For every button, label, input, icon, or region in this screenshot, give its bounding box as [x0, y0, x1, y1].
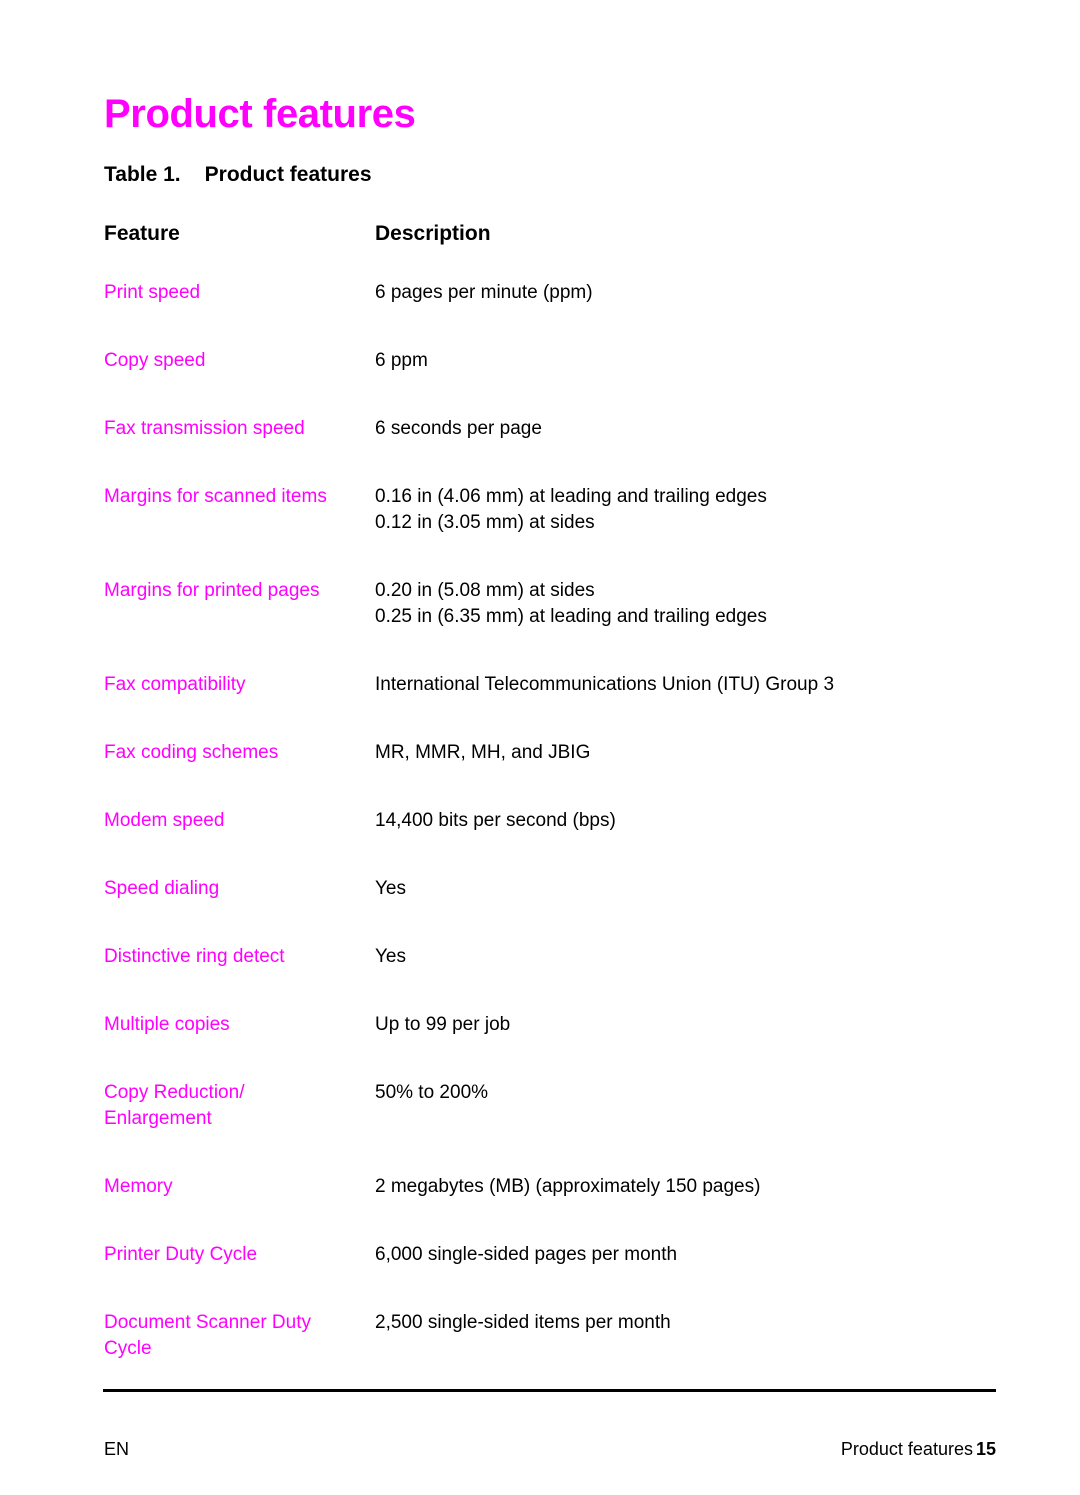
table-cell-feature-line: Multiple copies: [104, 1014, 230, 1035]
footer-language-code: EN: [104, 1439, 130, 1459]
table-row: Multiple copies Up to 99 per job: [104, 1012, 996, 1080]
table-cell-feature-line: Copy Reduction/: [104, 1082, 245, 1103]
table-cell-description: 14,400 bits per second (bps): [375, 808, 995, 834]
table-cell-description-line: 14,400 bits per second (bps): [375, 810, 616, 831]
table-cell-feature-line: Print speed: [104, 282, 201, 303]
table-row: Fax transmission speed 6 seconds per page: [104, 416, 996, 484]
table-caption-text: Product features: [204, 163, 372, 186]
table-cell-feature: Memory: [104, 1174, 366, 1200]
table-cell-description-line: 6 pages per minute (ppm): [375, 282, 593, 303]
table-row: Speed dialing Yes: [104, 876, 996, 944]
table-cell-feature: Distinctive ring detect: [104, 944, 366, 970]
table-row: Printer Duty Cycle 6,000 single-sided pag…: [104, 1242, 996, 1310]
table-cell-feature: Fax compatibility: [104, 672, 366, 698]
table-cell-feature-line: Printer Duty Cycle: [104, 1244, 258, 1265]
product-features-table: Feature Description Print speed 6 pages p…: [104, 222, 996, 1404]
table-cell-description-line: 2,500 single-sided items per month: [375, 1312, 671, 1333]
table-cell-description: 6 pages per minute (ppm): [375, 280, 995, 306]
table-cell-feature: Copy Reduction/Enlargement: [104, 1080, 366, 1132]
table-cell-description-line: 0.16 in (4.06 mm) at leading and trailin…: [375, 486, 767, 507]
table-row: Margins for printed pages 0.20 in (5.08 m…: [104, 578, 996, 672]
table-row: Memory 2 megabytes (MB) (approximately 15…: [104, 1174, 996, 1242]
table-row: Distinctive ring detect Yes: [104, 944, 996, 1012]
table-header-row: Feature Description: [104, 222, 996, 280]
table-cell-feature: Copy speed: [104, 348, 366, 374]
table-cell-description-line: International Telecommunications Union (…: [375, 674, 835, 695]
page-title: Product features: [104, 91, 416, 136]
table-cell-feature: Multiple copies: [104, 1012, 366, 1038]
table-cell-feature-line: Margins for printed pages: [104, 580, 320, 601]
table-cell-description: 6 ppm: [375, 348, 995, 374]
footer-running-title: Product features: [840, 1439, 973, 1459]
table-cell-feature-line: Modem speed: [104, 810, 225, 831]
table-cell-feature-line: Memory: [104, 1176, 173, 1197]
table-row: Margins for scanned items 0.16 in (4.06 m…: [104, 484, 996, 578]
table-cell-description-line: Up to 99 per job: [375, 1014, 511, 1035]
footer-running-header: Product features 15: [841, 1439, 996, 1460]
table-row: Fax compatibility International Telecommu…: [104, 672, 996, 740]
table-cell-description: 0.16 in (4.06 mm) at leading and trailin…: [375, 484, 995, 536]
footer-divider: [103, 1389, 996, 1392]
table-cell-description-line: 0.12 in (3.05 mm) at sides: [375, 512, 595, 533]
table-cell-description-line: 2 megabytes (MB) (approximately 150 page…: [375, 1176, 761, 1197]
table-cell-feature: Document Scanner Duty Cycle: [104, 1310, 366, 1362]
table-cell-feature-line: Copy speed: [104, 350, 206, 371]
table-caption: Table 1. Product features: [104, 163, 372, 187]
table-cell-feature: Margins for scanned items: [104, 484, 366, 510]
table-cell-description: MR, MMR, MH, and JBIG: [375, 740, 995, 766]
table-cell-description: Yes: [375, 944, 995, 970]
column-header-feature: Feature: [104, 222, 180, 245]
table-cell-description-line: 6 ppm: [375, 350, 428, 371]
table-cell-feature: Modem speed: [104, 808, 366, 834]
table-cell-description: 50% to 200%: [375, 1080, 995, 1106]
table-cell-feature: Speed dialing: [104, 876, 366, 902]
footer-page-number: 15: [975, 1439, 996, 1459]
table-row: Copy speed 6 ppm: [104, 348, 996, 416]
table-cell-description: Yes: [375, 876, 995, 902]
page-footer: EN Product features 15: [104, 1439, 996, 1465]
table-row: Print speed 6 pages per minute (ppm): [104, 280, 996, 348]
table-cell-description-line: Yes: [375, 878, 406, 899]
table-cell-description-line: 50% to 200%: [375, 1082, 489, 1103]
table-cell-feature-line: Fax transmission speed: [104, 418, 305, 439]
table-row: Copy Reduction/Enlargement 50% to 200%: [104, 1080, 996, 1174]
table-cell-feature-line: Cycle: [104, 1338, 152, 1359]
column-header-description: Description: [375, 222, 491, 245]
table-cell-feature-line: Distinctive ring detect: [104, 946, 285, 967]
table-body: Print speed 6 pages per minute (ppm) Copy …: [104, 280, 996, 1404]
table-cell-feature: Fax transmission speed: [104, 416, 366, 442]
table-cell-feature: Margins for printed pages: [104, 578, 366, 604]
table-row: Fax coding schemes MR, MMR, MH, and JBIG: [104, 740, 996, 808]
table-cell-feature: Fax coding schemes: [104, 740, 366, 766]
table-cell-feature-line: Margins for scanned items: [104, 486, 327, 507]
table-row: Modem speed 14,400 bits per second (bps): [104, 808, 996, 876]
table-cell-description: 2 megabytes (MB) (approximately 150 page…: [375, 1174, 995, 1200]
table-cell-feature-line: Fax compatibility: [104, 674, 246, 695]
document-page: Product features Table 1. Product feature…: [0, 0, 1080, 1495]
table-cell-description-line: 6,000 single-sided pages per month: [375, 1244, 678, 1265]
table-cell-description: 0.20 in (5.08 mm) at sides 0.25 in (6.35 …: [375, 578, 995, 630]
table-cell-description-line: Yes: [375, 946, 406, 967]
table-cell-description-line: 0.25 in (6.35 mm) at leading and trailin…: [375, 606, 767, 627]
table-cell-description: 6 seconds per page: [375, 416, 995, 442]
table-cell-description: 2,500 single-sided items per month: [375, 1310, 995, 1336]
table-cell-description: 6,000 single-sided pages per month: [375, 1242, 995, 1268]
table-cell-feature: Print speed: [104, 280, 366, 306]
table-cell-description: Up to 99 per job: [375, 1012, 995, 1038]
table-cell-description-line: MR, MMR, MH, and JBIG: [375, 742, 591, 763]
table-cell-feature-line: Fax coding schemes: [104, 742, 279, 763]
table-cell-feature: Printer Duty Cycle: [104, 1242, 366, 1268]
table-cell-feature-line: Speed dialing: [104, 878, 220, 899]
table-cell-feature-line: Enlargement: [104, 1108, 212, 1129]
table-cell-description-line: 0.20 in (5.08 mm) at sides: [375, 580, 595, 601]
table-cell-description: International Telecommunications Union (…: [375, 672, 995, 698]
table-caption-label: Table 1.: [104, 163, 181, 186]
table-cell-description-line: 6 seconds per page: [375, 418, 542, 439]
table-cell-feature-line: Document Scanner Duty: [104, 1312, 311, 1333]
